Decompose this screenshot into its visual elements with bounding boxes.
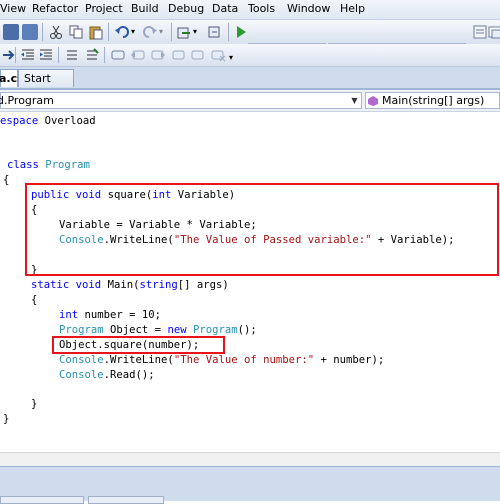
navigate-backward-icon[interactable] [176,24,192,40]
uncomment-icon[interactable] [84,47,100,63]
code-line-brace: } [31,397,37,412]
save-icon[interactable] [3,24,19,40]
text-editor-toolbar: ▾ [0,44,500,67]
highlight-box-square-call [52,336,225,354]
code-line-brace: { [31,293,37,308]
menu-refactor[interactable]: Refactor [32,2,78,15]
code-line-class: class Program [7,158,90,173]
clear-bookmarks-icon[interactable] [210,47,226,63]
next-bookmark-in-folder-icon[interactable] [190,47,206,63]
toolbar-separator [15,47,16,63]
number-declaration: number = 10; [78,309,162,321]
menu-bar: View Refactor Project Build Debug Data T… [0,0,500,20]
static-keyword: static [31,279,70,291]
code-line-read: Console.Read(); [59,368,155,383]
highlight-box-square-method [25,183,499,276]
toolbar-separator [171,23,172,41]
member-selector[interactable]: Main(string[] args) [365,92,500,109]
namespace-keyword: espace [0,115,39,127]
toolbar-overflow-icon[interactable]: ▾ [229,50,245,66]
int-keyword: int [59,309,79,321]
comment-out-icon[interactable] [64,47,80,63]
toolbar-separator [58,47,59,63]
undo-icon[interactable] [114,24,130,40]
brace: } [31,398,38,410]
code-line-writeline-2: Console.WriteLine("The Value of number:"… [59,353,384,368]
menu-help[interactable]: Help [340,2,365,15]
increase-indent-icon[interactable] [38,47,54,63]
code-line-brace: { [3,173,9,188]
program-type: Program [59,324,104,336]
find-in-files-icon[interactable] [472,24,488,40]
chevron-down-icon: ▼ [351,96,358,105]
constructor-call: (); [237,324,257,336]
type-selector-value: d.Program [0,94,54,107]
previous-bookmark-in-folder-icon[interactable] [170,47,186,63]
cut-icon[interactable] [48,24,64,40]
decrease-indent-icon[interactable] [20,47,36,63]
paste-icon[interactable] [88,24,104,40]
program-type: Program [192,324,238,336]
toolbar-separator [108,23,109,41]
menu-project[interactable]: Project [85,2,123,15]
toggle-bookmark-icon[interactable] [110,47,126,63]
toolbar-separator [228,23,229,41]
object-declaration: Object = [103,324,168,336]
pin-icon[interactable] [0,47,16,63]
namespace-name: Overload [38,115,96,127]
code-editor[interactable]: espace Overload class Program { public v… [0,112,500,452]
string-literal: "The Value of number:" [173,354,315,366]
menu-debug[interactable]: Debug [168,2,204,15]
parameter: [] args) [177,279,229,291]
brace: { [31,294,38,306]
class-keyword: class [7,159,39,171]
console-type: Console [59,354,104,366]
menu-view[interactable]: View [0,2,26,15]
type-selector[interactable]: d.Program ▼ [0,92,362,109]
menu-window[interactable]: Window [287,2,330,15]
toolbar-separator [42,23,43,41]
code-line-namespace: espace Overload [0,114,96,129]
read-call: .Read(); [103,369,155,381]
standard-toolbar: ▾ ▾ ▾ ▼ ▼ [0,20,500,60]
method-name: Main( [101,279,140,291]
method-icon [368,95,378,106]
horizontal-scrollbar[interactable] [0,452,500,466]
code-line-number-decl: int number = 10; [59,308,161,323]
menu-tools[interactable]: Tools [248,2,275,15]
previous-bookmark-icon[interactable] [130,47,146,63]
document-tab-strip: a.cs Start Page [0,67,500,103]
void-keyword: void [75,279,102,291]
navigation-bar: d.Program ▼ Main(string[] args) [0,90,500,112]
tab-start-page[interactable]: Start Page [18,69,74,103]
writeline-call: .WriteLine( [103,354,174,366]
toolbar-separator [104,47,105,63]
menu-data[interactable]: Data [212,2,238,15]
brace: { [3,174,10,186]
brace: } [3,413,10,425]
writeline-args: + number); [314,354,385,366]
solution-explorer-icon[interactable] [488,24,500,40]
class-name: Program [45,159,90,171]
tab-program-cs[interactable]: a.cs [0,69,24,87]
panel-tab[interactable] [0,496,84,504]
save-all-icon[interactable] [22,24,38,40]
code-line-main-signature: static void Main(string[] args) [31,278,229,293]
string-keyword: string [139,279,178,291]
code-line-brace: } [3,412,9,427]
start-debugging-icon[interactable] [233,24,249,40]
member-selector-value: Main(string[] args) [382,94,485,107]
output-panel-area [0,466,500,504]
redo-dropdown-icon[interactable]: ▾ [159,24,175,40]
console-type: Console [59,369,104,381]
next-bookmark-icon[interactable] [150,47,166,63]
menu-build[interactable]: Build [131,2,159,15]
new-keyword: new [167,324,187,336]
panel-tab[interactable] [88,496,164,504]
redo-icon[interactable] [142,24,158,40]
navigate-forward-icon[interactable] [206,24,222,40]
copy-icon[interactable] [68,24,84,40]
